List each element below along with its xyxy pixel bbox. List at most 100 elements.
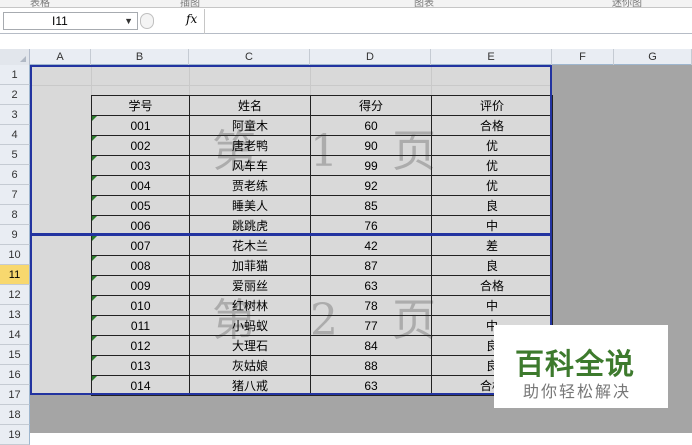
- ribbon-group-label: 插图: [180, 0, 200, 8]
- table-cell[interactable]: 良: [431, 195, 553, 216]
- baike-logo: 百科全说 助你轻松解决: [494, 325, 668, 408]
- table-cell[interactable]: 加菲猫: [189, 255, 311, 276]
- row-header-17[interactable]: 17: [0, 385, 30, 405]
- table-cell[interactable]: 007: [91, 235, 190, 256]
- row-header-13[interactable]: 13: [0, 305, 30, 325]
- table-row: 007 花木兰 42 差: [91, 235, 553, 256]
- row-header-18[interactable]: 18: [0, 405, 30, 425]
- formula-bar: I11 ▼ fx: [0, 9, 692, 34]
- table-cell[interactable]: 42: [310, 235, 432, 256]
- row-header-7[interactable]: 7: [0, 185, 30, 205]
- row-header-8[interactable]: 8: [0, 205, 30, 225]
- page-break-line[interactable]: [30, 233, 552, 236]
- table-cell[interactable]: 优: [431, 155, 553, 176]
- ribbon-group-label: 迷你图: [612, 0, 642, 8]
- column-header-b[interactable]: B: [91, 49, 189, 65]
- table-cell[interactable]: 002: [91, 135, 190, 156]
- row-header-9[interactable]: 9: [0, 225, 30, 245]
- table-cell[interactable]: 阿童木: [189, 115, 311, 136]
- insert-function-icon[interactable]: fx: [186, 12, 197, 26]
- table-header-cell[interactable]: 姓名: [189, 95, 311, 116]
- table-cell[interactable]: 004: [91, 175, 190, 196]
- table-cell[interactable]: 63: [310, 375, 432, 396]
- table-cell[interactable]: 63: [310, 275, 432, 296]
- table-cell[interactable]: 010: [91, 295, 190, 316]
- formula-bar-handle[interactable]: [140, 13, 154, 29]
- row-header-19[interactable]: 19: [0, 425, 30, 445]
- row-header-1[interactable]: 1: [0, 65, 30, 85]
- table-cell[interactable]: 合格: [431, 275, 553, 296]
- table-cell[interactable]: 009: [91, 275, 190, 296]
- logo-title: 百科全说: [515, 349, 636, 381]
- table-cell[interactable]: 92: [310, 175, 432, 196]
- column-header-f[interactable]: F: [552, 49, 614, 65]
- table-cell[interactable]: 60: [310, 115, 432, 136]
- row-header-2[interactable]: 2: [0, 85, 30, 105]
- row-header-15[interactable]: 15: [0, 345, 30, 365]
- table-cell[interactable]: 爱丽丝: [189, 275, 311, 296]
- column-header-a[interactable]: A: [30, 49, 91, 65]
- formula-input-area[interactable]: [0, 35, 692, 49]
- table-cell[interactable]: 78: [310, 295, 432, 316]
- row-header-5[interactable]: 5: [0, 145, 30, 165]
- table-cell[interactable]: 红树林: [189, 295, 311, 316]
- table-cell[interactable]: 99: [310, 155, 432, 176]
- table-cell[interactable]: 84: [310, 335, 432, 356]
- table-cell[interactable]: 中: [431, 295, 553, 316]
- row-header-6[interactable]: 6: [0, 165, 30, 185]
- row-header-4[interactable]: 4: [0, 125, 30, 145]
- table-cell[interactable]: 良: [431, 255, 553, 276]
- table-cell[interactable]: 011: [91, 315, 190, 336]
- column-header-c[interactable]: C: [189, 49, 310, 65]
- table-cell[interactable]: 001: [91, 115, 190, 136]
- table-cell[interactable]: 大理石: [189, 335, 311, 356]
- table-row: 008 加菲猫 87 良: [91, 255, 553, 276]
- table-cell[interactable]: 合格: [431, 115, 553, 136]
- table-cell[interactable]: 小蚂蚁: [189, 315, 311, 336]
- table-row: 003 风车车 99 优: [91, 155, 553, 176]
- table-cell[interactable]: 睡美人: [189, 195, 311, 216]
- table-cell[interactable]: 贾老练: [189, 175, 311, 196]
- table-header-cell[interactable]: 评价: [431, 95, 553, 116]
- table-cell[interactable]: 012: [91, 335, 190, 356]
- row-header-bar: 1 2 3 4 5 6 7 8 9 10 11 12 13 14 15 16 17 18 19: [0, 65, 30, 445]
- row-header-16[interactable]: 16: [0, 365, 30, 385]
- table-cell[interactable]: 77: [310, 315, 432, 336]
- row-header-3[interactable]: 3: [0, 105, 30, 125]
- row-header-11[interactable]: 11: [0, 265, 30, 285]
- table-cell[interactable]: 唐老鸭: [189, 135, 311, 156]
- table-row: 010 红树林 78 中: [91, 295, 553, 316]
- table-cell[interactable]: 008: [91, 255, 190, 276]
- column-header-d[interactable]: D: [310, 49, 431, 65]
- data-table: 学号 姓名 得分 评价 001 阿童木 60 合格 002 唐老鸭 90 优 003 风车车 99 优 004 贾…: [91, 95, 553, 396]
- table-header-cell[interactable]: 得分: [310, 95, 432, 116]
- column-header-g[interactable]: G: [614, 49, 692, 65]
- row-header-14[interactable]: 14: [0, 325, 30, 345]
- table-cell[interactable]: 88: [310, 355, 432, 376]
- cell-reference: I11: [52, 14, 68, 28]
- table-cell[interactable]: 差: [431, 235, 553, 256]
- table-cell[interactable]: 优: [431, 175, 553, 196]
- table-cell[interactable]: 猪八戒: [189, 375, 311, 396]
- table-cell[interactable]: 优: [431, 135, 553, 156]
- table-cell[interactable]: 85: [310, 195, 432, 216]
- formula-bar-divider: [204, 9, 205, 34]
- table-cell[interactable]: 013: [91, 355, 190, 376]
- table-header-cell[interactable]: 学号: [91, 95, 190, 116]
- table-cell[interactable]: 014: [91, 375, 190, 396]
- table-row: 013 灰姑娘 88 良: [91, 355, 553, 376]
- table-cell[interactable]: 90: [310, 135, 432, 156]
- table-cell[interactable]: 005: [91, 195, 190, 216]
- column-header-e[interactable]: E: [431, 49, 552, 65]
- table-cell[interactable]: 87: [310, 255, 432, 276]
- table-cell[interactable]: 灰姑娘: [189, 355, 311, 376]
- table-row: 011 小蚂蚁 77 中: [91, 315, 553, 336]
- table-cell[interactable]: 风车车: [189, 155, 311, 176]
- select-all-corner[interactable]: [0, 49, 30, 65]
- row-header-10[interactable]: 10: [0, 245, 30, 265]
- table-cell[interactable]: 003: [91, 155, 190, 176]
- row-header-12[interactable]: 12: [0, 285, 30, 305]
- name-box[interactable]: I11 ▼: [3, 12, 138, 30]
- table-cell[interactable]: 花木兰: [189, 235, 311, 256]
- chevron-down-icon[interactable]: ▼: [124, 13, 133, 29]
